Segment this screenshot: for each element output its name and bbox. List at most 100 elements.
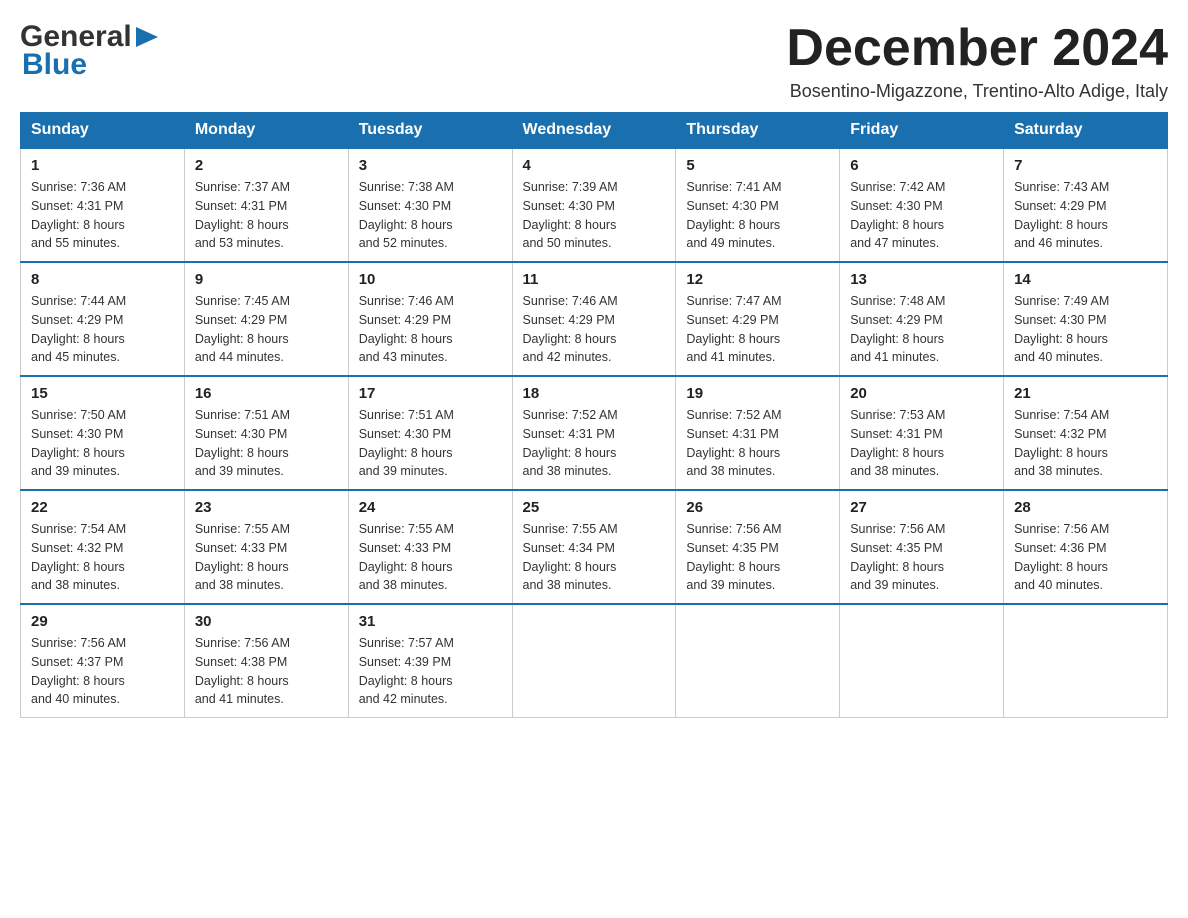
logo: General Blue (20, 20, 158, 82)
day-number: 26 (686, 499, 829, 516)
calendar-cell: 27 Sunrise: 7:56 AM Sunset: 4:35 PM Dayl… (840, 490, 1004, 604)
day-info: Sunrise: 7:54 AM Sunset: 4:32 PM Dayligh… (31, 520, 174, 595)
day-info: Sunrise: 7:49 AM Sunset: 4:30 PM Dayligh… (1014, 292, 1157, 367)
calendar-header-row: Sunday Monday Tuesday Wednesday Thursday… (21, 113, 1168, 149)
calendar-cell: 30 Sunrise: 7:56 AM Sunset: 4:38 PM Dayl… (184, 604, 348, 718)
day-number: 2 (195, 157, 338, 174)
day-info: Sunrise: 7:43 AM Sunset: 4:29 PM Dayligh… (1014, 178, 1157, 253)
day-number: 25 (523, 499, 666, 516)
calendar-cell: 2 Sunrise: 7:37 AM Sunset: 4:31 PM Dayli… (184, 148, 348, 262)
calendar-cell: 29 Sunrise: 7:56 AM Sunset: 4:37 PM Dayl… (21, 604, 185, 718)
day-info: Sunrise: 7:57 AM Sunset: 4:39 PM Dayligh… (359, 634, 502, 709)
day-info: Sunrise: 7:54 AM Sunset: 4:32 PM Dayligh… (1014, 406, 1157, 481)
day-info: Sunrise: 7:53 AM Sunset: 4:31 PM Dayligh… (850, 406, 993, 481)
day-info: Sunrise: 7:52 AM Sunset: 4:31 PM Dayligh… (523, 406, 666, 481)
day-number: 11 (523, 271, 666, 288)
location-subtitle: Bosentino-Migazzone, Trentino-Alto Adige… (786, 81, 1168, 102)
day-info: Sunrise: 7:56 AM Sunset: 4:36 PM Dayligh… (1014, 520, 1157, 595)
title-area: December 2024 Bosentino-Migazzone, Trent… (786, 20, 1168, 102)
day-number: 21 (1014, 385, 1157, 402)
day-info: Sunrise: 7:55 AM Sunset: 4:34 PM Dayligh… (523, 520, 666, 595)
day-info: Sunrise: 7:37 AM Sunset: 4:31 PM Dayligh… (195, 178, 338, 253)
calendar-cell: 26 Sunrise: 7:56 AM Sunset: 4:35 PM Dayl… (676, 490, 840, 604)
day-info: Sunrise: 7:42 AM Sunset: 4:30 PM Dayligh… (850, 178, 993, 253)
calendar-cell: 18 Sunrise: 7:52 AM Sunset: 4:31 PM Dayl… (512, 376, 676, 490)
week-row-2: 8 Sunrise: 7:44 AM Sunset: 4:29 PM Dayli… (21, 262, 1168, 376)
day-number: 9 (195, 271, 338, 288)
col-saturday: Saturday (1004, 113, 1168, 149)
calendar-cell: 14 Sunrise: 7:49 AM Sunset: 4:30 PM Dayl… (1004, 262, 1168, 376)
day-number: 6 (850, 157, 993, 174)
page-header: General Blue December 2024 Bosentino-Mig… (20, 20, 1168, 102)
logo-blue: Blue (22, 48, 87, 82)
calendar-cell (512, 604, 676, 718)
day-number: 15 (31, 385, 174, 402)
day-number: 31 (359, 613, 502, 630)
day-number: 19 (686, 385, 829, 402)
calendar-cell: 15 Sunrise: 7:50 AM Sunset: 4:30 PM Dayl… (21, 376, 185, 490)
calendar-cell: 10 Sunrise: 7:46 AM Sunset: 4:29 PM Dayl… (348, 262, 512, 376)
calendar-cell: 11 Sunrise: 7:46 AM Sunset: 4:29 PM Dayl… (512, 262, 676, 376)
day-info: Sunrise: 7:47 AM Sunset: 4:29 PM Dayligh… (686, 292, 829, 367)
day-number: 5 (686, 157, 829, 174)
calendar-cell: 16 Sunrise: 7:51 AM Sunset: 4:30 PM Dayl… (184, 376, 348, 490)
calendar-cell: 12 Sunrise: 7:47 AM Sunset: 4:29 PM Dayl… (676, 262, 840, 376)
day-number: 17 (359, 385, 502, 402)
day-number: 24 (359, 499, 502, 516)
day-number: 27 (850, 499, 993, 516)
day-number: 18 (523, 385, 666, 402)
calendar-cell: 31 Sunrise: 7:57 AM Sunset: 4:39 PM Dayl… (348, 604, 512, 718)
day-info: Sunrise: 7:41 AM Sunset: 4:30 PM Dayligh… (686, 178, 829, 253)
day-info: Sunrise: 7:56 AM Sunset: 4:38 PM Dayligh… (195, 634, 338, 709)
calendar-cell: 13 Sunrise: 7:48 AM Sunset: 4:29 PM Dayl… (840, 262, 1004, 376)
calendar-table: Sunday Monday Tuesday Wednesday Thursday… (20, 112, 1168, 718)
day-info: Sunrise: 7:52 AM Sunset: 4:31 PM Dayligh… (686, 406, 829, 481)
day-number: 8 (31, 271, 174, 288)
logo-arrow-icon (136, 27, 158, 47)
calendar-cell: 19 Sunrise: 7:52 AM Sunset: 4:31 PM Dayl… (676, 376, 840, 490)
day-info: Sunrise: 7:55 AM Sunset: 4:33 PM Dayligh… (359, 520, 502, 595)
day-info: Sunrise: 7:56 AM Sunset: 4:37 PM Dayligh… (31, 634, 174, 709)
day-number: 13 (850, 271, 993, 288)
day-info: Sunrise: 7:46 AM Sunset: 4:29 PM Dayligh… (359, 292, 502, 367)
day-number: 12 (686, 271, 829, 288)
calendar-cell: 21 Sunrise: 7:54 AM Sunset: 4:32 PM Dayl… (1004, 376, 1168, 490)
col-wednesday: Wednesday (512, 113, 676, 149)
week-row-5: 29 Sunrise: 7:56 AM Sunset: 4:37 PM Dayl… (21, 604, 1168, 718)
col-thursday: Thursday (676, 113, 840, 149)
day-number: 3 (359, 157, 502, 174)
day-number: 28 (1014, 499, 1157, 516)
month-title: December 2024 (786, 20, 1168, 77)
col-tuesday: Tuesday (348, 113, 512, 149)
calendar-cell: 9 Sunrise: 7:45 AM Sunset: 4:29 PM Dayli… (184, 262, 348, 376)
day-number: 4 (523, 157, 666, 174)
day-info: Sunrise: 7:46 AM Sunset: 4:29 PM Dayligh… (523, 292, 666, 367)
day-info: Sunrise: 7:36 AM Sunset: 4:31 PM Dayligh… (31, 178, 174, 253)
calendar-cell: 4 Sunrise: 7:39 AM Sunset: 4:30 PM Dayli… (512, 148, 676, 262)
calendar-cell: 20 Sunrise: 7:53 AM Sunset: 4:31 PM Dayl… (840, 376, 1004, 490)
day-number: 29 (31, 613, 174, 630)
week-row-1: 1 Sunrise: 7:36 AM Sunset: 4:31 PM Dayli… (21, 148, 1168, 262)
day-info: Sunrise: 7:56 AM Sunset: 4:35 PM Dayligh… (850, 520, 993, 595)
week-row-3: 15 Sunrise: 7:50 AM Sunset: 4:30 PM Dayl… (21, 376, 1168, 490)
day-number: 7 (1014, 157, 1157, 174)
day-info: Sunrise: 7:39 AM Sunset: 4:30 PM Dayligh… (523, 178, 666, 253)
day-info: Sunrise: 7:44 AM Sunset: 4:29 PM Dayligh… (31, 292, 174, 367)
calendar-cell: 28 Sunrise: 7:56 AM Sunset: 4:36 PM Dayl… (1004, 490, 1168, 604)
day-number: 22 (31, 499, 174, 516)
day-info: Sunrise: 7:55 AM Sunset: 4:33 PM Dayligh… (195, 520, 338, 595)
day-number: 23 (195, 499, 338, 516)
day-number: 16 (195, 385, 338, 402)
day-info: Sunrise: 7:51 AM Sunset: 4:30 PM Dayligh… (359, 406, 502, 481)
day-number: 14 (1014, 271, 1157, 288)
calendar-cell: 22 Sunrise: 7:54 AM Sunset: 4:32 PM Dayl… (21, 490, 185, 604)
calendar-cell: 5 Sunrise: 7:41 AM Sunset: 4:30 PM Dayli… (676, 148, 840, 262)
calendar-cell: 25 Sunrise: 7:55 AM Sunset: 4:34 PM Dayl… (512, 490, 676, 604)
calendar-cell (676, 604, 840, 718)
col-sunday: Sunday (21, 113, 185, 149)
day-number: 20 (850, 385, 993, 402)
day-info: Sunrise: 7:48 AM Sunset: 4:29 PM Dayligh… (850, 292, 993, 367)
calendar-cell (840, 604, 1004, 718)
day-info: Sunrise: 7:51 AM Sunset: 4:30 PM Dayligh… (195, 406, 338, 481)
day-info: Sunrise: 7:45 AM Sunset: 4:29 PM Dayligh… (195, 292, 338, 367)
